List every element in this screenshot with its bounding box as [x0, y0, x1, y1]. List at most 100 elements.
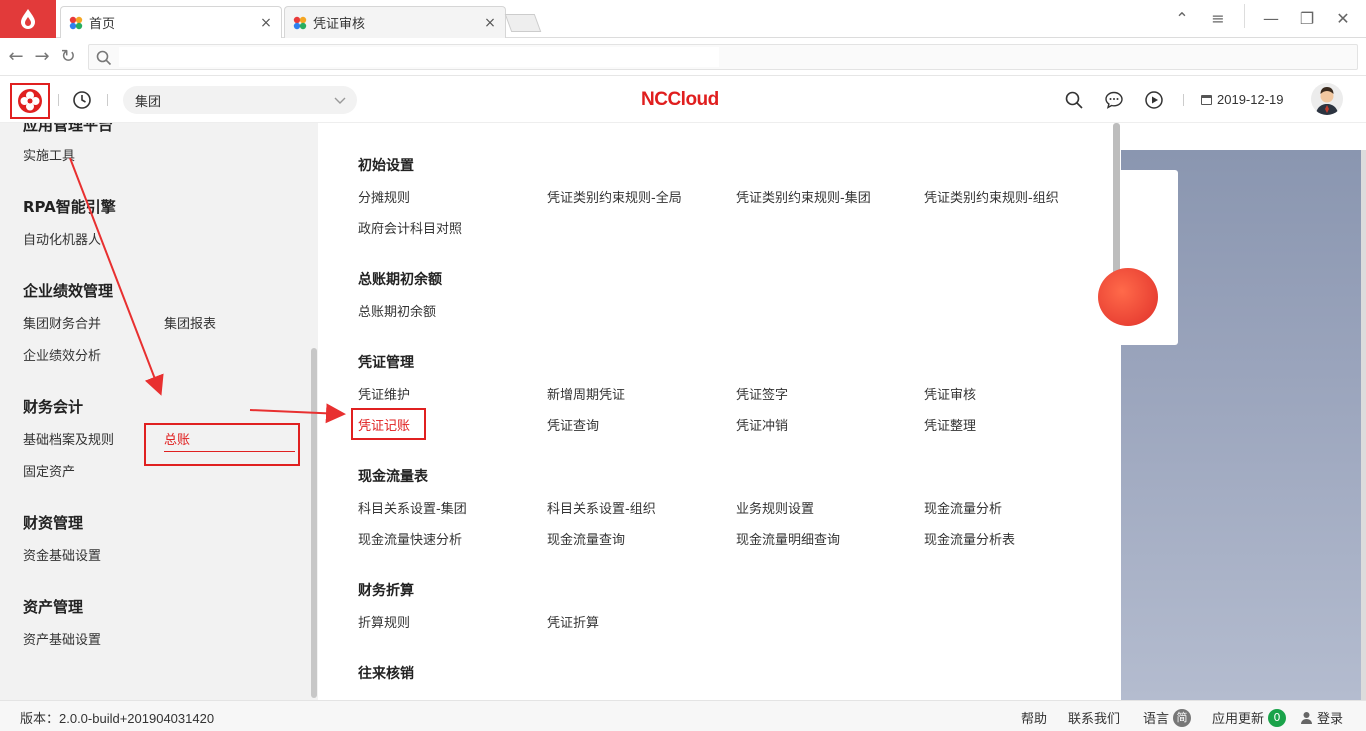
app-card-icon: [1098, 268, 1158, 326]
updates-count-badge: 0: [1268, 708, 1287, 727]
menu-item-base-archive[interactable]: 基础档案及规则: [23, 429, 114, 448]
pinwheel-icon: [293, 16, 307, 29]
sub-item[interactable]: 分摊规则: [358, 187, 410, 206]
language-badge: 简: [1173, 708, 1192, 727]
help-link[interactable]: 帮助: [1021, 708, 1047, 727]
menu-item-implement-tools[interactable]: 实施工具: [23, 145, 75, 164]
sub-item[interactable]: 凭证类别约束规则-集团: [736, 187, 871, 206]
menu-item-performance-analysis[interactable]: 企业绩效分析: [23, 345, 101, 364]
contact-label: 联系我们: [1068, 712, 1121, 727]
page-scrollbar[interactable]: [1361, 150, 1366, 700]
menu-icon[interactable]: ≡: [1203, 4, 1233, 32]
tab-voucher-review[interactable]: 凭证审核 ×: [284, 6, 506, 38]
avatar[interactable]: [1311, 83, 1343, 115]
group-reconciliation: 往来核销: [358, 666, 414, 682]
sub-item[interactable]: 科目关系设置-组织: [547, 498, 656, 517]
sub-item[interactable]: 折算规则: [358, 612, 410, 631]
sub-item[interactable]: 现金流量查询: [547, 529, 625, 548]
tab-label: 首页: [89, 17, 116, 32]
date-text: 2019-12-19: [1217, 92, 1284, 107]
pinwheel-icon: [69, 16, 83, 29]
group-voucher-mgmt: 凭证管理: [358, 355, 414, 371]
sub-item[interactable]: 新增周期凭证: [547, 384, 625, 403]
minimize-button[interactable]: —: [1256, 4, 1286, 32]
menu-item-fixed-assets[interactable]: 固定资产: [23, 461, 75, 480]
address-field[interactable]: [88, 44, 1358, 70]
sub-item[interactable]: 现金流量明细查询: [736, 529, 840, 548]
sub-item[interactable]: 凭证整理: [924, 415, 976, 434]
menu-item-fund-base[interactable]: 资金基础设置: [23, 545, 101, 564]
help-label: 帮助: [1021, 712, 1048, 727]
address-bar: ← → ↻: [0, 38, 1366, 76]
login-link[interactable]: 登录: [1300, 708, 1343, 727]
reload-button[interactable]: ↻: [58, 47, 78, 67]
sub-item[interactable]: 现金流量分析表: [924, 529, 1015, 548]
language-label: 语言: [1143, 712, 1170, 727]
calendar-icon: [1201, 95, 1212, 105]
chevron-down-icon: [334, 97, 346, 104]
window-close-button[interactable]: ✕: [1328, 4, 1358, 32]
menu-item-asset-base[interactable]: 资产基础设置: [23, 629, 101, 648]
sub-item[interactable]: 凭证签字: [736, 384, 788, 403]
app-menu-button[interactable]: [10, 83, 50, 119]
search-icon: [96, 50, 112, 66]
close-icon[interactable]: ×: [483, 15, 497, 31]
history-clock-icon[interactable]: [72, 90, 92, 110]
sub-item[interactable]: 政府会计科目对照: [358, 218, 462, 237]
status-footer: 版本：2.0.0-build+201904031420 帮助 联系我们 语言 简…: [0, 700, 1366, 731]
address-input[interactable]: [119, 47, 719, 67]
user-avatar-icon: [1316, 87, 1338, 115]
message-icon[interactable]: [1104, 90, 1124, 110]
menu-item-robot[interactable]: 自动化机器人: [23, 229, 101, 248]
sub-item[interactable]: 凭证审核: [924, 384, 976, 403]
menu-item-group-report[interactable]: 集团报表: [164, 313, 216, 332]
sub-item[interactable]: 科目关系设置-集团: [358, 498, 467, 517]
app-update-link[interactable]: 应用更新 0: [1212, 708, 1287, 727]
sub-item[interactable]: 总账期初余额: [358, 301, 436, 320]
menu-item-group-consolidation[interactable]: 集团财务合并: [23, 313, 101, 332]
org-select-value: 集团: [135, 94, 162, 110]
left-scrollbar[interactable]: [311, 348, 317, 698]
submenu-scrollbar[interactable]: [1113, 123, 1120, 283]
divider: [1183, 94, 1184, 106]
browser-logo-icon[interactable]: [0, 0, 56, 38]
content-top-strip: [1121, 123, 1366, 150]
category-asset-mgmt: 资产管理: [23, 598, 84, 616]
submenu-panel: 初始设置 分摊规则 凭证类别约束规则-全局 凭证类别约束规则-集团 凭证类别约束…: [318, 123, 1121, 700]
sub-item[interactable]: 业务规则设置: [736, 498, 814, 517]
play-icon[interactable]: [1144, 90, 1164, 110]
category-performance: 企业绩效管理: [23, 282, 114, 300]
group-initial-settings: 初始设置: [358, 158, 414, 174]
search-icon[interactable]: [1064, 90, 1084, 110]
org-select[interactable]: 集团: [123, 86, 357, 114]
sub-item[interactable]: 凭证折算: [547, 612, 599, 631]
category-rpa: RPA智能引擎: [23, 198, 116, 216]
sub-item[interactable]: 现金流量快速分析: [358, 529, 462, 548]
business-date[interactable]: 2019-12-19: [1200, 92, 1284, 107]
sub-item[interactable]: 凭证类别约束规则-组织: [924, 187, 1059, 206]
category-finance-accounting: 财务会计: [23, 398, 84, 416]
group-opening-balance: 总账期初余额: [358, 272, 442, 288]
forward-button[interactable]: →: [32, 47, 52, 67]
tab-label: 凭证审核: [313, 17, 366, 32]
sub-item[interactable]: 现金流量分析: [924, 498, 1002, 517]
sub-item[interactable]: 凭证查询: [547, 415, 599, 434]
sub-item[interactable]: 凭证类别约束规则-全局: [547, 187, 682, 206]
tab-home[interactable]: 首页 ×: [60, 6, 282, 38]
upload-icon[interactable]: ⌃: [1167, 4, 1197, 32]
updates-label: 应用更新: [1212, 712, 1265, 727]
close-icon[interactable]: ×: [259, 15, 273, 31]
left-menu-panel: 应用管理平台 实施工具 RPA智能引擎 自动化机器人 企业绩效管理 集团财务合并…: [0, 123, 318, 700]
user-icon: [1301, 712, 1312, 724]
back-button[interactable]: ←: [6, 47, 26, 67]
sub-item[interactable]: 凭证冲销: [736, 415, 788, 434]
sub-item[interactable]: 凭证维护: [358, 384, 410, 403]
highlight-box-posting: [351, 408, 426, 440]
restore-button[interactable]: ❐: [1292, 4, 1322, 32]
group-cash-flow: 现金流量表: [358, 469, 428, 485]
divider: [107, 94, 108, 106]
language-switch[interactable]: 语言 简: [1143, 708, 1192, 727]
contact-link[interactable]: 联系我们: [1068, 708, 1120, 727]
group-translation: 财务折算: [358, 583, 414, 599]
new-tab-button[interactable]: [504, 14, 542, 32]
